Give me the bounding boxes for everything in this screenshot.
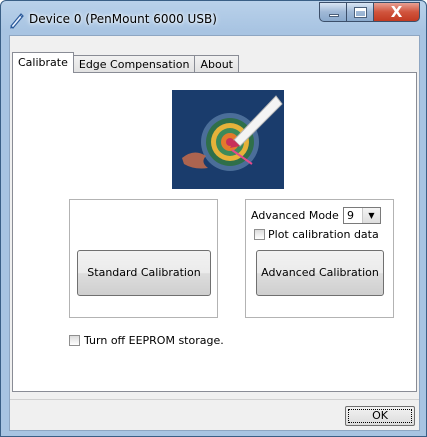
caption-buttons: X [319, 2, 420, 22]
advanced-calibration-button[interactable]: Advanced Calibration [256, 250, 384, 296]
footer-divider [10, 399, 419, 400]
standard-calibration-button[interactable]: Standard Calibration [77, 250, 211, 296]
eeprom-checkbox[interactable] [69, 335, 80, 346]
tab-edge-compensation[interactable]: Edge Compensation [72, 55, 196, 73]
advanced-calibration-label: Advanced Calibration [261, 266, 379, 279]
dialog-client-area: Calibrate Edge Compensation About Standa… [9, 35, 420, 431]
plot-calibration-label: Plot calibration data [268, 228, 379, 241]
tab-strip: Calibrate Edge Compensation About [12, 51, 239, 73]
dialog-window: Device 0 (PenMount 6000 USB) X Calibrate… [0, 0, 427, 437]
advanced-mode-label: Advanced Mode [251, 209, 339, 222]
plot-calibration-checkbox[interactable] [254, 229, 265, 240]
minimize-button[interactable] [319, 2, 347, 22]
tab-calibrate[interactable]: Calibrate [12, 52, 74, 73]
advanced-mode-value: 9 [347, 209, 354, 222]
close-button[interactable]: X [374, 2, 420, 22]
minimize-icon [329, 14, 339, 17]
focus-rectangle [348, 409, 412, 423]
calibrate-panel: Standard Calibration Advanced Mode 9 ▼ P… [12, 72, 417, 392]
close-icon: X [390, 3, 403, 21]
ok-button[interactable]: OK [345, 406, 415, 426]
standard-calibration-label: Standard Calibration [87, 266, 201, 279]
window-title: Device 0 (PenMount 6000 USB) [29, 12, 217, 26]
eeprom-label: Turn off EEPROM storage. [84, 334, 224, 347]
maximize-icon [354, 7, 367, 18]
calibration-target-icon [172, 90, 284, 189]
pen-icon [10, 13, 24, 29]
title-bar[interactable]: Device 0 (PenMount 6000 USB) X [1, 1, 426, 35]
advanced-mode-select[interactable]: 9 ▼ [343, 207, 381, 224]
maximize-button[interactable] [347, 2, 374, 22]
tab-about[interactable]: About [194, 55, 239, 73]
chevron-down-icon[interactable]: ▼ [362, 208, 380, 223]
